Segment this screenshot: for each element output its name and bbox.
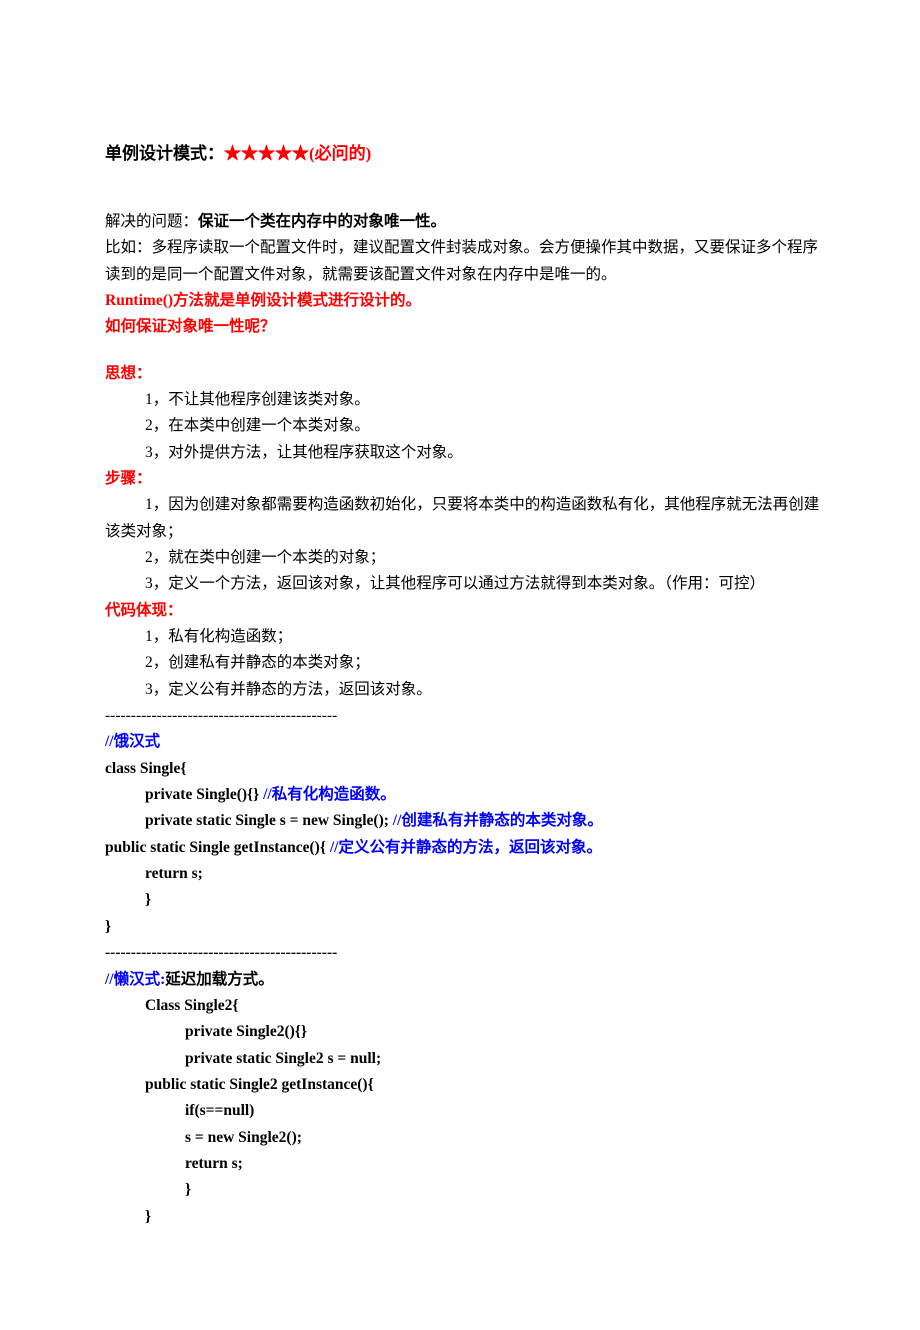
eager-l2: private Single(){} //私有化构造函数。 [105,782,825,808]
eager-l2a: private Single(){} [145,786,263,803]
eager-l4: public static Single getInstance(){ //定义… [105,835,825,861]
intro1a: 解决的问题： [105,213,198,230]
think-1: 1，不让其他程序创建该类对象。 [105,387,825,413]
lazy-label: //懒汉式:延迟加载方式。 [105,967,825,993]
title-suffix: (必问的) [309,144,371,163]
lazy-l6: s = new Single2(); [105,1125,825,1151]
eager-l3b: //创建私有并静态的本类对象。 [393,812,603,829]
intro-line-1: 解决的问题：保证一个类在内存中的对象唯一性。 [105,209,825,235]
heading-code: 代码体现： [105,598,825,624]
step-1: 1，因为创建对象都需要构造函数初始化，只要将本类中的构造函数私有化，其他程序就无… [105,492,825,545]
title-prefix: 单例设计模式： [105,144,224,163]
step-3: 3，定义一个方法，返回该对象，让其他程序可以通过方法就得到本类对象。（作用：可控… [105,571,825,597]
lazy-l3: private static Single2 s = null; [105,1046,825,1072]
eager-l2b: //私有化构造函数。 [263,786,396,803]
lazy-l4: public static Single2 getInstance(){ [105,1072,825,1098]
lazy-label-a: //懒汉式: [105,971,165,988]
lazy-l1: Class Single2{ [105,993,825,1019]
code-1: 1，私有化构造函数； [105,624,825,650]
code-3: 3，定义公有并静态的方法，返回该对象。 [105,677,825,703]
eager-l1: class Single{ [105,756,825,782]
heading-think: 思想： [105,361,825,387]
title-stars: ★★★★★ [224,144,309,163]
eager-l3a: private static Single s = new Single(); [145,812,393,829]
think-2: 2，在本类中创建一个本类对象。 [105,413,825,439]
code-2: 2，创建私有并静态的本类对象； [105,650,825,676]
separator-2: ----------------------------------------… [105,940,825,966]
lazy-l8: } [105,1177,825,1203]
document-page: 单例设计模式：★★★★★(必问的) 解决的问题：保证一个类在内存中的对象唯一性。… [0,0,920,1330]
eager-l7: } [105,914,825,940]
eager-l4b: //定义公有并静态的方法，返回该对象。 [330,839,602,856]
lazy-l9: } [105,1204,825,1230]
intro-line-3: Runtime()方法就是单例设计模式进行设计的。 [105,288,825,314]
lazy-label-b: 延迟加载方式。 [165,971,274,988]
lazy-l2: private Single2(){} [105,1019,825,1045]
lazy-l7: return s; [105,1151,825,1177]
title: 单例设计模式：★★★★★(必问的) [105,140,825,169]
eager-l3: private static Single s = new Single(); … [105,808,825,834]
eager-l5: return s; [105,861,825,887]
step-2: 2，就在类中创建一个本类的对象； [105,545,825,571]
heading-steps: 步骤： [105,466,825,492]
eager-label: //饿汉式 [105,729,825,755]
intro-line-2: 比如：多程序读取一个配置文件时，建议配置文件封装成对象。会方便操作其中数据，又要… [105,235,825,288]
separator-1: ----------------------------------------… [105,703,825,729]
intro-line-4: 如何保证对象唯一性呢？ [105,314,825,340]
think-3: 3，对外提供方法，让其他程序获取这个对象。 [105,440,825,466]
intro1b: 保证一个类在内存中的对象唯一性。 [198,213,446,230]
eager-l4a: public static Single getInstance(){ [105,839,330,856]
eager-l6: } [105,887,825,913]
lazy-l5: if(s==null) [105,1098,825,1124]
